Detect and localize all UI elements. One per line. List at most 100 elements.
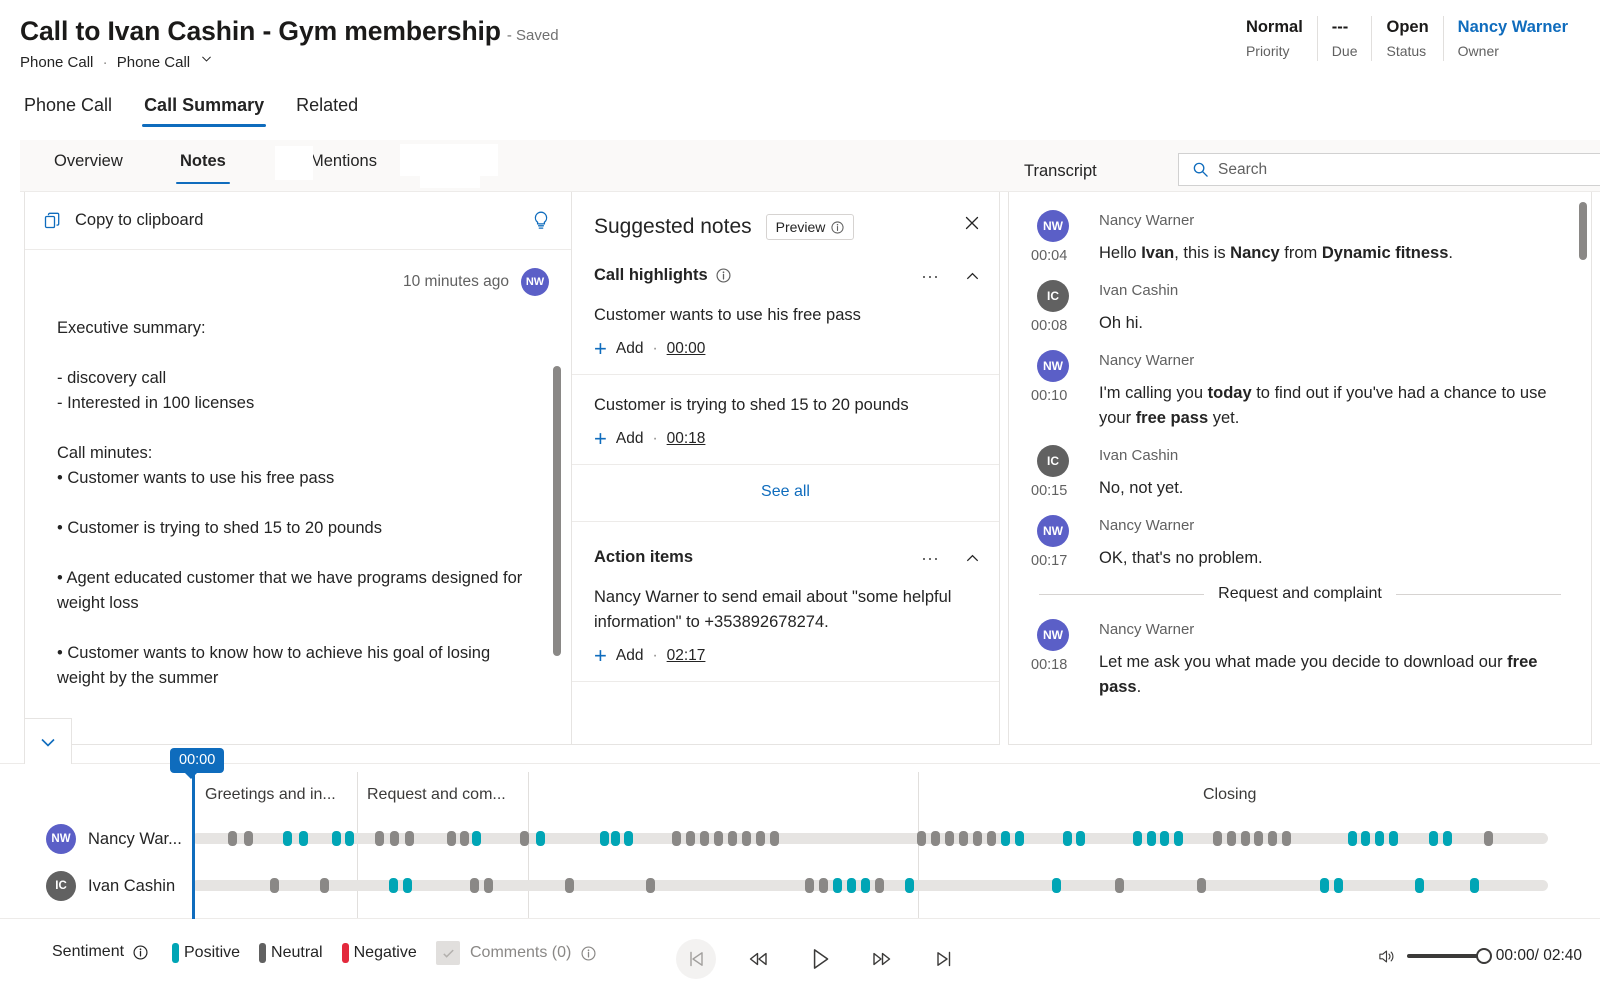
sentiment-tick[interactable] — [931, 831, 940, 846]
notes-scrollbar[interactable] — [553, 366, 561, 656]
sentiment-tick[interactable] — [1076, 831, 1085, 846]
copy-to-clipboard-button[interactable]: Copy to clipboard — [43, 211, 203, 231]
checkbox-icon[interactable] — [436, 941, 460, 965]
sentiment-tick[interactable] — [1361, 831, 1370, 846]
timeline-segment-label[interactable]: Closing — [1203, 786, 1256, 804]
sentiment-tick[interactable] — [714, 831, 723, 846]
sentiment-tick[interactable] — [1282, 831, 1291, 846]
sentiment-tick[interactable] — [700, 831, 709, 846]
plus-icon[interactable]: + — [594, 431, 607, 447]
stat-due[interactable]: --- Due — [1317, 16, 1372, 61]
sentiment-tick[interactable] — [375, 831, 384, 846]
sentiment-tick[interactable] — [728, 831, 737, 846]
transcript-entry[interactable]: NW00:17Nancy WarnerOK, that's no problem… — [1031, 515, 1561, 571]
sentiment-tick[interactable] — [1484, 831, 1493, 846]
sentiment-tick[interactable] — [833, 878, 842, 893]
chevron-up-icon[interactable] — [964, 268, 981, 285]
note-timestamp-link[interactable]: 00:18 — [667, 430, 706, 448]
transcript-timestamp[interactable]: 00:18 — [1031, 657, 1083, 673]
sentiment-tick[interactable] — [945, 831, 954, 846]
rewind-button[interactable] — [738, 939, 778, 979]
plus-icon[interactable]: + — [594, 648, 607, 664]
sentiment-tick[interactable] — [283, 831, 292, 846]
sentiment-tick[interactable] — [875, 878, 884, 893]
sentiment-tick[interactable] — [403, 878, 412, 893]
sentiment-tick[interactable] — [345, 831, 354, 846]
sentiment-tick[interactable] — [405, 831, 414, 846]
sentiment-tick[interactable] — [770, 831, 779, 846]
sentiment-tick[interactable] — [472, 831, 481, 846]
sentiment-tick[interactable] — [1133, 831, 1142, 846]
see-all-button[interactable]: See all — [572, 465, 999, 522]
sentiment-tick[interactable] — [270, 878, 279, 893]
timeline-segment-label[interactable]: Greetings and in... — [205, 786, 336, 804]
owner-value[interactable]: Nancy Warner — [1458, 16, 1568, 39]
add-note-button[interactable]: Add — [616, 340, 644, 358]
sentiment-tick[interactable] — [470, 878, 479, 893]
sentiment-tick[interactable] — [447, 831, 456, 846]
sentiment-tick[interactable] — [756, 831, 765, 846]
sentiment-tick[interactable] — [819, 878, 828, 893]
sentiment-tick[interactable] — [389, 878, 398, 893]
sentiment-tick[interactable] — [1443, 831, 1452, 846]
sentiment-tick[interactable] — [1254, 831, 1263, 846]
sentiment-tick[interactable] — [1415, 878, 1424, 893]
fast-forward-button[interactable] — [862, 939, 902, 979]
notes-body[interactable]: Executive summary: - discovery call - In… — [25, 302, 571, 757]
sentiment-tick[interactable] — [1320, 878, 1329, 893]
sentiment-tick[interactable] — [861, 878, 870, 893]
transcript-timestamp[interactable]: 00:15 — [1031, 483, 1083, 499]
sentiment-tick[interactable] — [1160, 831, 1169, 846]
preview-badge[interactable]: Preview — [766, 214, 855, 240]
subtab-notes[interactable]: Notes — [176, 150, 230, 184]
transcript-timestamp[interactable]: 00:04 — [1031, 248, 1083, 264]
sentiment-tick[interactable] — [959, 831, 968, 846]
more-options-icon[interactable]: ⋯ — [921, 554, 940, 564]
timeline-segment-label[interactable]: Request and com... — [367, 786, 506, 804]
sentiment-tick[interactable] — [1115, 878, 1124, 893]
transcript-entry[interactable]: NW00:04Nancy WarnerHello Ivan, this is N… — [1031, 210, 1561, 266]
timeline-track-nancy[interactable] — [192, 833, 1548, 844]
sentiment-tick[interactable] — [1429, 831, 1438, 846]
note-timestamp-link[interactable]: 02:17 — [667, 647, 706, 665]
lightbulb-icon[interactable] — [531, 210, 551, 232]
sentiment-tick[interactable] — [520, 831, 529, 846]
tab-related[interactable]: Related — [280, 92, 374, 127]
tab-call-summary[interactable]: Call Summary — [128, 92, 280, 127]
close-icon[interactable] — [963, 214, 981, 232]
sentiment-tick[interactable] — [847, 878, 856, 893]
sentiment-tick[interactable] — [1174, 831, 1183, 846]
sentiment-tick[interactable] — [244, 831, 253, 846]
sentiment-tick[interactable] — [905, 878, 914, 893]
sentiment-tick[interactable] — [299, 831, 308, 846]
sentiment-tick[interactable] — [228, 831, 237, 846]
sentiment-tick[interactable] — [1052, 878, 1061, 893]
sentiment-tick[interactable] — [624, 831, 633, 846]
volume-slider[interactable] — [1407, 954, 1485, 958]
chevron-down-icon[interactable] — [200, 52, 213, 65]
sentiment-tick[interactable] — [686, 831, 695, 846]
sentiment-tick[interactable] — [1197, 878, 1206, 893]
sentiment-tick[interactable] — [390, 831, 399, 846]
sentiment-tick[interactable] — [320, 878, 329, 893]
sentiment-tick[interactable] — [987, 831, 996, 846]
sentiment-tick[interactable] — [1375, 831, 1384, 846]
sentiment-tick[interactable] — [1389, 831, 1398, 846]
playhead-line[interactable] — [192, 756, 195, 919]
transcript-timestamp[interactable]: 00:10 — [1031, 388, 1083, 404]
sentiment-tick[interactable] — [917, 831, 926, 846]
timeline-track-ivan[interactable] — [192, 880, 1548, 891]
play-button[interactable] — [800, 939, 840, 979]
transcript-timestamp[interactable]: 00:08 — [1031, 318, 1083, 334]
sentiment-tick[interactable] — [565, 878, 574, 893]
avatar[interactable]: NW — [521, 268, 549, 296]
transcript-scrollbar[interactable] — [1579, 202, 1587, 260]
transcript-timestamp[interactable]: 00:17 — [1031, 553, 1083, 569]
stat-priority[interactable]: Normal Priority — [1232, 16, 1317, 61]
stat-status[interactable]: Open Status — [1371, 16, 1442, 61]
comments-toggle[interactable]: Comments (0) — [436, 941, 596, 965]
sentiment-tick[interactable] — [1470, 878, 1479, 893]
sentiment-tick[interactable] — [460, 831, 469, 846]
tab-phone-call[interactable]: Phone Call — [20, 92, 128, 127]
transcript-entry[interactable]: IC00:15Ivan CashinNo, not yet. — [1031, 445, 1561, 501]
